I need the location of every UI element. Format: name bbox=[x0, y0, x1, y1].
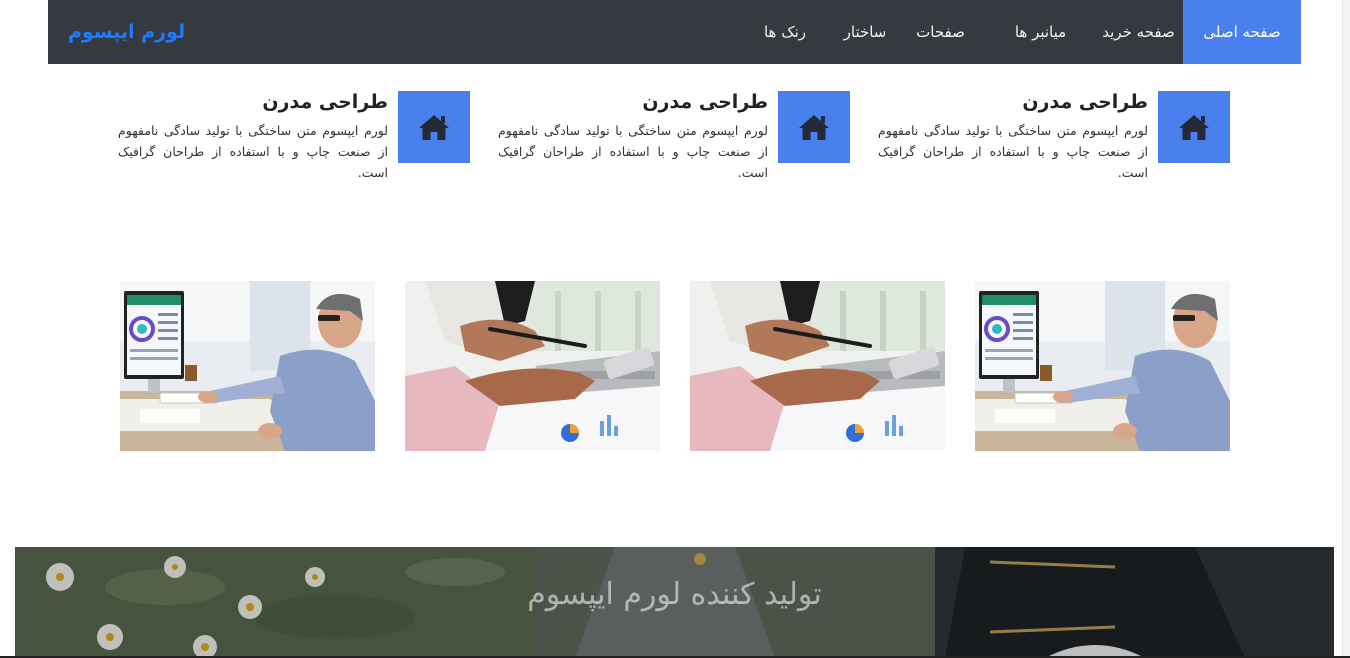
feature-block: طراحی مدرن لورم ایپسوم متن ساختگی با تول… bbox=[498, 91, 850, 201]
gallery-photo-man-at-computer[interactable] bbox=[120, 281, 375, 451]
home-icon bbox=[1179, 115, 1209, 140]
page: صفحه اصلی صفحه خرید میانبر ها صفحات ساخت… bbox=[0, 0, 1350, 658]
nav-item-shortcuts[interactable]: میانبر ها bbox=[987, 0, 1094, 64]
page-scrollbar[interactable] bbox=[1342, 0, 1350, 658]
nav-item-pages[interactable]: صفحات bbox=[894, 0, 987, 64]
navbar: صفحه اصلی صفحه خرید میانبر ها صفحات ساخت… bbox=[48, 0, 1301, 64]
feature-text: لورم ایپسوم متن ساختگی با تولید سادگی نا… bbox=[118, 123, 388, 180]
home-icon bbox=[799, 115, 829, 140]
feature-icon-box bbox=[398, 91, 470, 163]
nav-item-colors[interactable]: رنک ها bbox=[734, 0, 836, 64]
nav-menu: صفحه اصلی صفحه خرید میانبر ها صفحات ساخت… bbox=[734, 0, 1301, 64]
feature-title: طراحی مدرن bbox=[1022, 91, 1148, 113]
hero-banner: تولید کننده لورم ایپسوم bbox=[15, 547, 1334, 658]
feature-text: لورم ایپسوم متن ساختگی با تولید سادگی نا… bbox=[498, 123, 768, 180]
feature-title: طراحی مدرن bbox=[262, 91, 388, 113]
nav-item-structure[interactable]: ساختار bbox=[836, 0, 894, 64]
feature-block: طراحی مدرن لورم ایپسوم متن ساختگی با تول… bbox=[118, 91, 470, 201]
banner-title: تولید کننده لورم ایپسوم bbox=[527, 577, 822, 612]
feature-block: طراحی مدرن لورم ایپسوم متن ساختگی با تول… bbox=[878, 91, 1230, 201]
nav-item-home[interactable]: صفحه اصلی bbox=[1183, 0, 1301, 64]
home-icon bbox=[419, 115, 449, 140]
feature-title: طراحی مدرن bbox=[642, 91, 768, 113]
feature-text: لورم ایپسوم متن ساختگی با تولید سادگی نا… bbox=[878, 123, 1148, 180]
feature-icon-box bbox=[1158, 91, 1230, 163]
gallery-photo-man-at-computer[interactable] bbox=[975, 281, 1230, 451]
gallery-photo-hands-pen-phone[interactable] bbox=[690, 281, 945, 451]
feature-icon-box bbox=[778, 91, 850, 163]
gallery-photo-hands-pen-phone[interactable] bbox=[405, 281, 660, 451]
nav-item-shop[interactable]: صفحه خرید bbox=[1094, 0, 1183, 64]
brand-logo[interactable]: لورم ایپسوم bbox=[68, 0, 185, 64]
